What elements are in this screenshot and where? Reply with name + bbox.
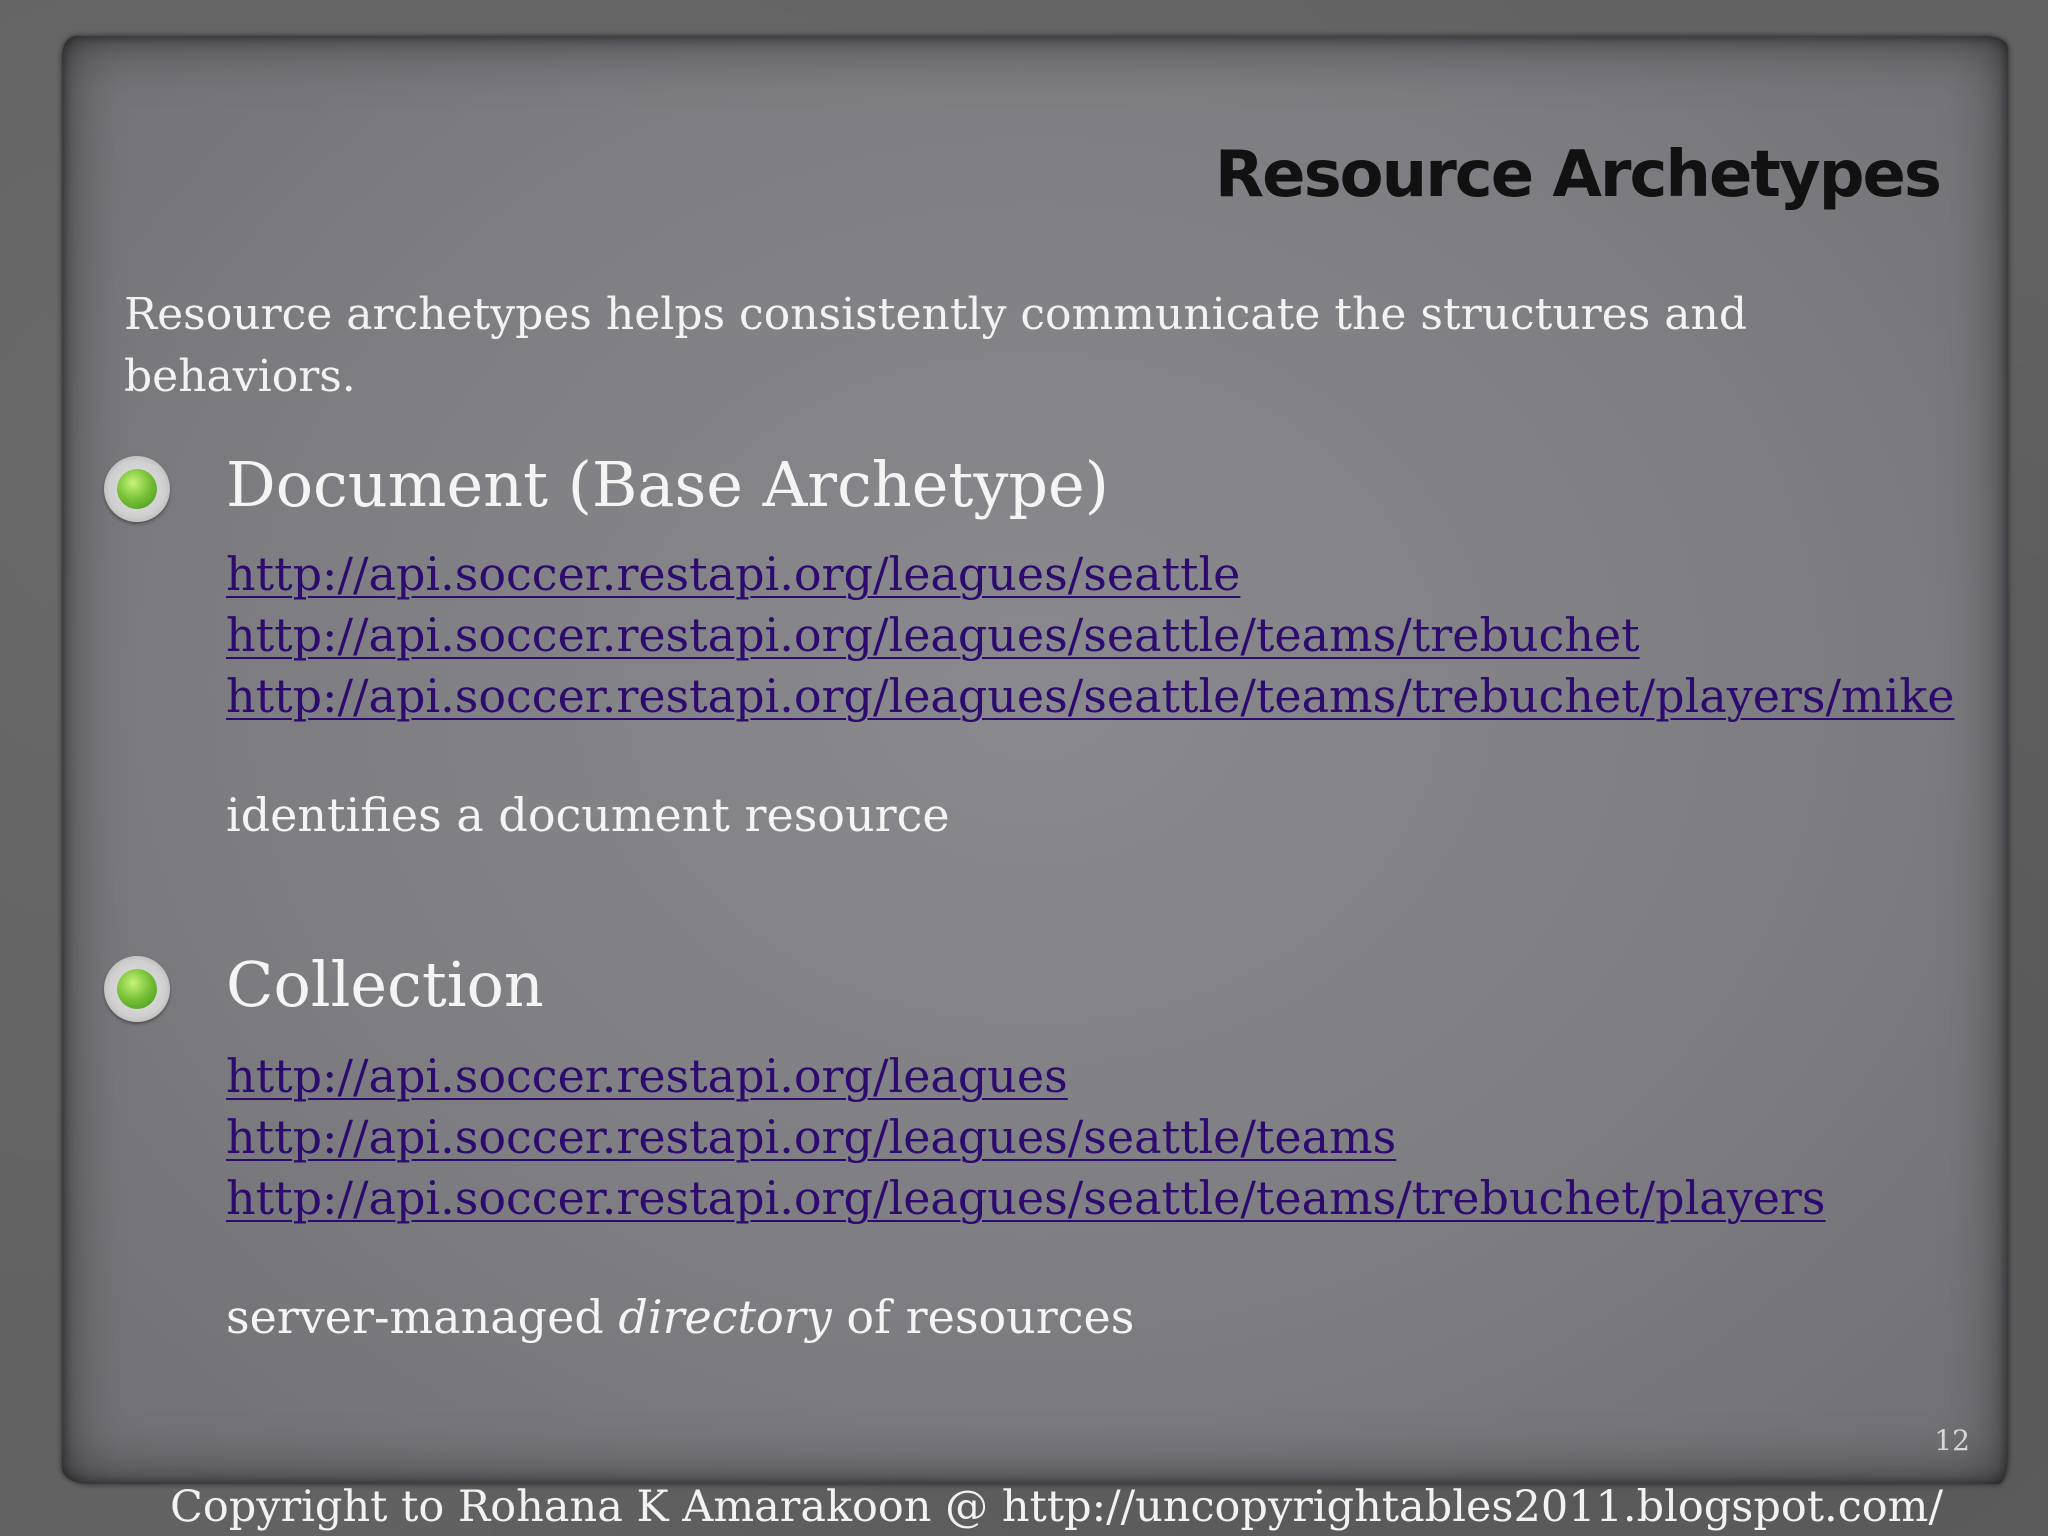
document-link[interactable]: http://api.soccer.restapi.org/leagues/se… (226, 605, 1954, 666)
document-note: identifies a document resource (226, 788, 950, 842)
document-link[interactable]: http://api.soccer.restapi.org/leagues/se… (226, 544, 1954, 605)
collection-link[interactable]: http://api.soccer.restapi.org/leagues (226, 1046, 1826, 1107)
section-heading-document: Document (Base Archetype) (226, 448, 1109, 521)
torn-paper-panel (62, 36, 2008, 1484)
page-number: 12 (1934, 1424, 1970, 1457)
slide-title: Resource Archetypes (1214, 138, 1942, 212)
collection-note-emphasis: directory (618, 1290, 832, 1344)
collection-note-after: of resources (831, 1290, 1135, 1344)
green-bullet-icon (104, 956, 170, 1022)
collection-links: http://api.soccer.restapi.org/leagues ht… (226, 1046, 1826, 1229)
collection-link[interactable]: http://api.soccer.restapi.org/leagues/se… (226, 1168, 1826, 1229)
collection-link[interactable]: http://api.soccer.restapi.org/leagues/se… (226, 1107, 1826, 1168)
document-link[interactable]: http://api.soccer.restapi.org/leagues/se… (226, 666, 1954, 727)
section-heading-collection: Collection (226, 948, 544, 1021)
copyright-footer: Copyright to Rohana K Amarakoon @ http:/… (170, 1482, 1943, 1532)
green-bullet-icon (104, 456, 170, 522)
intro-text: Resource archetypes helps consistently c… (124, 289, 1748, 402)
document-links: http://api.soccer.restapi.org/leagues/se… (226, 544, 1954, 727)
collection-note: server-managed directory of resources (226, 1290, 1134, 1344)
collection-note-before: server-managed (226, 1290, 619, 1344)
